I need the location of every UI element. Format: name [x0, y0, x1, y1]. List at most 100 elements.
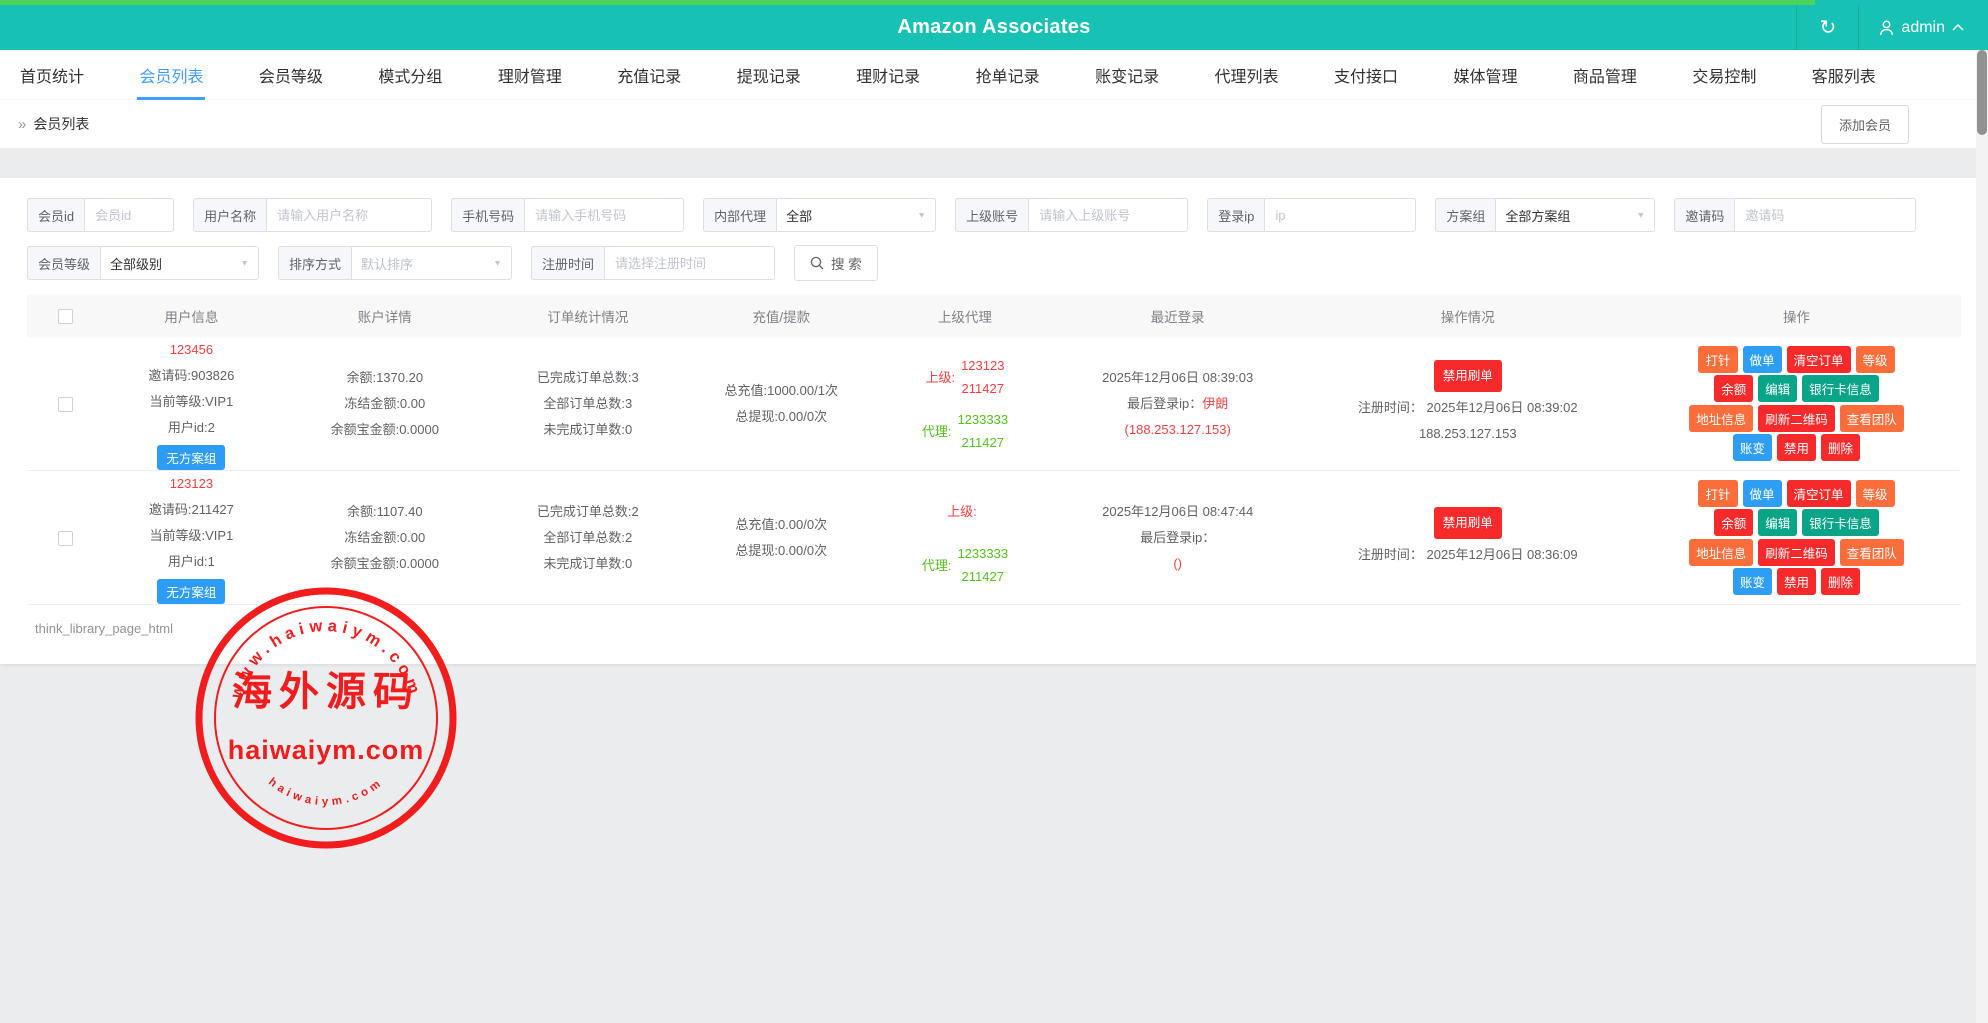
action-view-team-button[interactable]: 查看团队: [1840, 405, 1904, 432]
operation-status-cell: 禁用刷单 注册时间： 2025年12月06日 08:36:09: [1303, 507, 1632, 568]
internal-agent-select[interactable]: 全部 ▼: [776, 198, 936, 232]
action-make-order-button[interactable]: 做单: [1743, 346, 1782, 373]
agent-value: 211427: [957, 565, 1008, 588]
tab-support-list[interactable]: 客服列表: [1812, 63, 1876, 87]
action-disable-button[interactable]: 禁用: [1777, 568, 1816, 595]
action-refresh-qrcode-button[interactable]: 刷新二维码: [1758, 539, 1835, 566]
action-balance-button[interactable]: 余额: [1714, 375, 1753, 402]
action-bank-card-button[interactable]: 银行卡信息: [1802, 375, 1879, 402]
action-edit-button[interactable]: 编辑: [1758, 375, 1797, 402]
action-refresh-qrcode-button[interactable]: 刷新二维码: [1758, 405, 1835, 432]
action-balance-button[interactable]: 余额: [1714, 509, 1753, 536]
order-stats-cell: 已完成订单总数:2 全部订单总数:2 未完成订单数:0: [491, 499, 684, 577]
tab-media-mgmt[interactable]: 媒体管理: [1453, 63, 1517, 87]
app-header: Amazon Associates ↻ admin: [0, 0, 1988, 50]
action-level-button[interactable]: 等级: [1856, 480, 1895, 507]
action-make-order-button[interactable]: 做单: [1743, 480, 1782, 507]
admin-menu[interactable]: admin: [1858, 5, 1988, 50]
user-info-cell: 123456 邀请码:903826 当前等级:VIP1 用户id:2 无方案组: [104, 337, 278, 470]
plan-group-badge[interactable]: 无方案组: [157, 579, 225, 604]
action-address-button[interactable]: 地址信息: [1689, 539, 1753, 566]
last-login-ip-label: 最后登录ip：: [1140, 530, 1215, 545]
tab-mode-group[interactable]: 模式分组: [378, 63, 442, 87]
tab-finance-mgmt[interactable]: 理财管理: [498, 63, 562, 87]
row-checkbox[interactable]: [58, 397, 73, 412]
col-operation-status: 操作情况: [1303, 306, 1632, 326]
row-checkbox[interactable]: [58, 531, 73, 546]
action-clear-orders-button[interactable]: 清空订单: [1787, 480, 1851, 507]
action-disable-button[interactable]: 禁用: [1777, 434, 1816, 461]
phone-input[interactable]: [524, 198, 684, 232]
register-time-input[interactable]: [604, 246, 775, 280]
last-login-cell: 2025年12月06日 08:47:44 最后登录ip： (): [1052, 499, 1303, 577]
select-value: 默认排序: [361, 254, 413, 273]
tab-payment-api[interactable]: 支付接口: [1334, 63, 1398, 87]
plan-group-badge[interactable]: 无方案组: [157, 445, 225, 470]
tab-withdraw-records[interactable]: 提现记录: [737, 63, 801, 87]
parent-label: 上级:: [925, 367, 955, 386]
login-ip-input[interactable]: [1264, 198, 1416, 232]
member-id-input[interactable]: [84, 198, 174, 232]
actions-cell: 打针 做单 清空订单 等级 余额 编辑 银行卡信息 地址信息 刷新二维码 查看团…: [1632, 477, 1961, 598]
page-scrollbar[interactable]: [1976, 50, 1988, 1023]
filter-label: 登录ip: [1207, 198, 1264, 232]
user-id: 用户id:2: [104, 415, 278, 441]
balance: 余额:1370.20: [278, 365, 491, 391]
account-detail-cell: 余额:1107.40 冻结金额:0.00 余额宝金额:0.0000: [278, 499, 491, 577]
total-orders: 全部订单总数:2: [491, 525, 684, 551]
tab-grab-records[interactable]: 抢单记录: [976, 63, 1040, 87]
search-button[interactable]: 搜 索: [794, 245, 878, 281]
tab-balance-records[interactable]: 账变记录: [1095, 63, 1159, 87]
filter-internal-agent: 内部代理 全部 ▼: [703, 198, 936, 232]
total-orders: 全部订单总数:3: [491, 391, 684, 417]
tab-home-stats[interactable]: 首页统计: [20, 63, 84, 87]
col-actions: 操作: [1632, 306, 1961, 326]
tab-member-list[interactable]: 会员列表: [139, 63, 203, 87]
frozen-amount: 冻结金额:0.00: [278, 391, 491, 417]
tab-product-mgmt[interactable]: 商品管理: [1573, 63, 1637, 87]
action-bank-card-button[interactable]: 银行卡信息: [1802, 509, 1879, 536]
caret-down-icon: ▼: [240, 259, 249, 268]
agent-value: 1233333: [957, 408, 1008, 431]
plan-group-select[interactable]: 全部方案组 ▼: [1495, 198, 1655, 232]
refresh-icon[interactable]: ↻: [1796, 5, 1858, 50]
select-value: 全部级别: [110, 254, 162, 273]
select-all-checkbox[interactable]: [58, 309, 73, 324]
order-stats-cell: 已完成订单总数:3 全部订单总数:3 未完成订单数:0: [491, 365, 684, 443]
filter-row-1: 会员id 用户名称 手机号码 内部代理 全部 ▼ 上级账号 登录ip 方案组: [27, 198, 1961, 232]
sort-order-select[interactable]: 默认排序 ▼: [351, 246, 512, 280]
last-login-ip-label: 最后登录ip：: [1127, 396, 1202, 411]
action-level-button[interactable]: 等级: [1856, 346, 1895, 373]
action-address-button[interactable]: 地址信息: [1689, 405, 1753, 432]
add-member-button[interactable]: 添加会员: [1821, 105, 1909, 144]
tab-finance-records[interactable]: 理财记录: [856, 63, 920, 87]
action-balance-change-button[interactable]: 账变: [1733, 568, 1772, 595]
refresh-glyph: ↻: [1820, 15, 1837, 40]
filter-phone: 手机号码: [451, 198, 684, 232]
scrollbar-thumb[interactable]: [1977, 50, 1987, 135]
completed-orders: 已完成订单总数:2: [491, 499, 684, 525]
action-balance-change-button[interactable]: 账变: [1733, 434, 1772, 461]
action-clear-orders-button[interactable]: 清空订单: [1787, 346, 1851, 373]
tab-recharge-records[interactable]: 充值记录: [617, 63, 681, 87]
action-inject-button[interactable]: 打针: [1698, 480, 1737, 507]
action-inject-button[interactable]: 打针: [1698, 346, 1737, 373]
total-recharge: 总充值:0.00/0次: [685, 512, 878, 538]
tab-trade-control[interactable]: 交易控制: [1692, 63, 1756, 87]
action-delete-button[interactable]: 删除: [1821, 568, 1860, 595]
tab-agent-list[interactable]: 代理列表: [1215, 63, 1279, 87]
action-view-team-button[interactable]: 查看团队: [1840, 539, 1904, 566]
filter-parent-account: 上级账号: [955, 198, 1188, 232]
completed-orders: 已完成订单总数:3: [491, 365, 684, 391]
yuebao-amount: 余额宝金额:0.0000: [278, 551, 491, 577]
invite-code-input[interactable]: [1734, 198, 1916, 232]
action-delete-button[interactable]: 删除: [1821, 434, 1860, 461]
tab-member-level[interactable]: 会员等级: [259, 63, 323, 87]
parent-account-input[interactable]: [1028, 198, 1188, 232]
filter-label: 内部代理: [703, 198, 776, 232]
register-time: 注册时间： 2025年12月06日 08:36:09: [1303, 542, 1632, 568]
username: 123456: [104, 337, 278, 363]
username-input[interactable]: [266, 198, 432, 232]
action-edit-button[interactable]: 编辑: [1758, 509, 1797, 536]
member-level-select[interactable]: 全部级别 ▼: [100, 246, 259, 280]
